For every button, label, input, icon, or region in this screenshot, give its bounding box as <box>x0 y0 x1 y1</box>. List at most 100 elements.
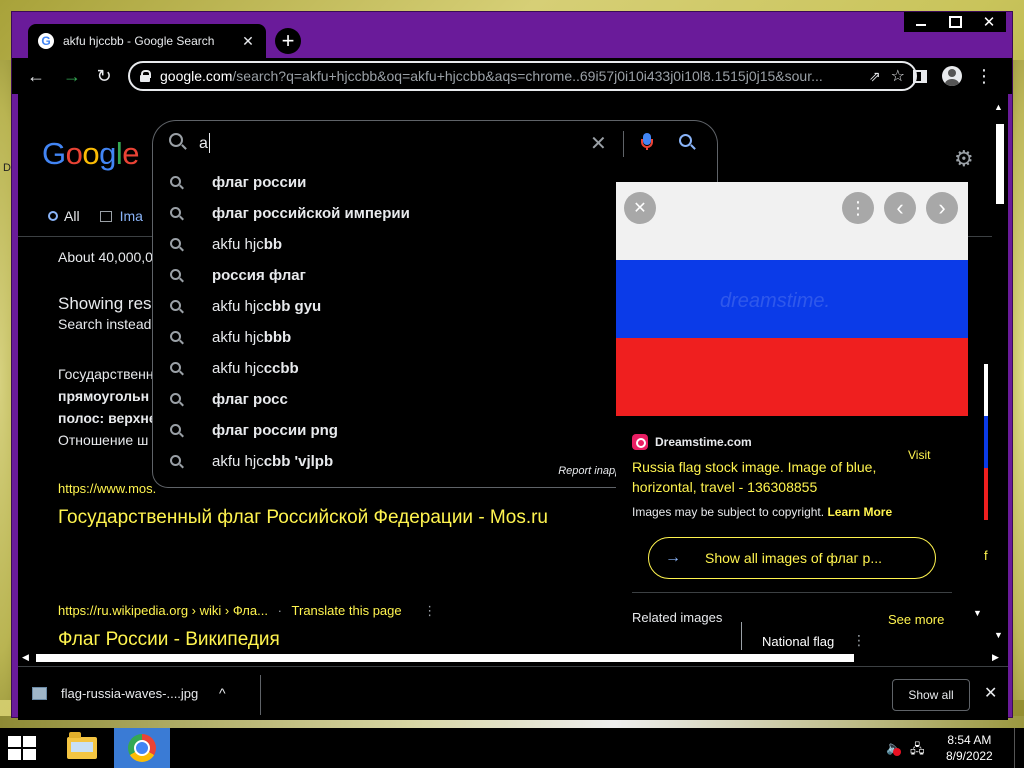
prev-image-button[interactable]: ‹ <box>884 192 916 224</box>
scroll-down-arrow[interactable]: ▼ <box>994 630 1003 640</box>
logo-letter: e <box>122 136 140 171</box>
search-icon <box>170 207 181 218</box>
show-all-downloads-button[interactable]: Show all <box>892 679 970 711</box>
maximize-button[interactable] <box>938 12 972 32</box>
result-title-2[interactable]: Флаг России - Википедия <box>58 629 280 650</box>
search-box[interactable]: a ✕ <box>152 120 718 168</box>
show-all-images-label: Show all images of флаг р... <box>705 550 883 566</box>
vertical-scroll-thumb[interactable] <box>996 124 1004 204</box>
scroll-right-arrow[interactable]: ▶ <box>992 652 999 663</box>
result-more-icon[interactable]: ⋮ <box>423 603 436 618</box>
address-bar[interactable]: google.com /search?q=akfu+hjccbb&oq=akfu… <box>128 61 917 91</box>
desktop-icon-label: D <box>3 162 11 174</box>
watermark-text: dreamstime. <box>720 290 831 312</box>
tab-google-search[interactable]: G akfu hjccbb - Google Search ✕ <box>28 24 266 58</box>
side-panel-icon <box>913 69 927 83</box>
side-panel-button[interactable] <box>908 64 932 88</box>
search-icon <box>170 238 181 249</box>
profile-button[interactable] <box>940 64 964 88</box>
taskbar: 🔈 🖧 8:54 AM 8/9/2022 <box>0 728 1024 768</box>
new-tab-button[interactable]: + <box>275 28 301 54</box>
google-logo[interactable]: Google <box>42 136 140 172</box>
tab-all[interactable]: All <box>64 208 80 224</box>
clock-date: 8/9/2022 <box>946 749 993 763</box>
image-preview-panel: dreamstime. ✕ ⋮ ‹ › Dreamstime.com Visit… <box>616 182 968 650</box>
result-url-1[interactable]: https://www.mos. <box>58 481 156 496</box>
bookmark-star-icon[interactable]: ☆ <box>891 66 905 86</box>
learn-more-link[interactable]: Learn More <box>827 505 892 519</box>
chrome-icon <box>128 734 156 762</box>
result-url-2[interactable]: https://ru.wikipedia.org › wiki › Фла...… <box>58 603 436 619</box>
result-title-1[interactable]: Государственный флаг Российской Федераци… <box>58 507 548 529</box>
url-host: google.com <box>160 68 233 84</box>
forward-button[interactable]: → <box>60 64 84 88</box>
search-icon <box>170 362 181 373</box>
suggestion-text: akfu hjcccbb <box>212 360 299 377</box>
tab-images[interactable]: Ima <box>120 208 143 224</box>
russia-flag-image[interactable]: dreamstime. <box>616 182 968 416</box>
related-more-icon[interactable]: ⋮ <box>852 632 866 649</box>
close-download-bar-icon[interactable]: ✕ <box>984 683 997 703</box>
reload-button[interactable]: ↻ <box>92 64 116 88</box>
search-input[interactable]: a <box>199 135 208 153</box>
browser-menu-button[interactable]: ⋮ <box>972 64 996 88</box>
next-image-button[interactable]: › <box>926 192 958 224</box>
page-viewport: Google All Ima About 40,000,0 Showing re… <box>18 94 1008 650</box>
tab-close-icon[interactable]: ✕ <box>240 33 256 50</box>
text-caret <box>209 133 210 153</box>
suggestion-text: россия флаг <box>212 267 306 284</box>
more-options-button[interactable]: ⋮ <box>842 192 874 224</box>
flag-stripe-red <box>984 468 988 520</box>
download-item[interactable]: flag-russia-waves-....jpg ^ <box>32 685 226 701</box>
show-all-images-button[interactable]: → Show all images of флаг р... <box>648 537 936 579</box>
suggestion-text: флаг россии png <box>212 422 338 439</box>
network-icon[interactable]: 🖧 <box>910 740 925 762</box>
visit-link[interactable]: Visit <box>908 448 930 462</box>
lock-icon[interactable] <box>140 70 151 82</box>
related-chip-national-flag[interactable]: National flag <box>762 634 834 649</box>
horizontal-scroll-thumb[interactable] <box>36 654 854 662</box>
result-stats: About 40,000,0 <box>58 249 153 265</box>
see-more-link[interactable]: See more <box>888 612 944 627</box>
partial-link-text[interactable]: f <box>984 548 988 563</box>
horizontal-scrollbar[interactable]: ◀ ▶ <box>18 650 1008 666</box>
search-icon <box>170 455 181 466</box>
microphone-icon[interactable] <box>641 133 653 150</box>
source-site[interactable]: Dreamstime.com <box>632 434 752 450</box>
scroll-left-arrow[interactable]: ◀ <box>22 652 29 663</box>
scroll-up-arrow[interactable]: ▲ <box>994 102 1003 112</box>
search-icon <box>170 424 181 435</box>
source-site-name[interactable]: Dreamstime.com <box>655 435 752 449</box>
minimize-button[interactable] <box>904 12 938 32</box>
panel-scroll-down-arrow[interactable]: ▼ <box>973 608 982 618</box>
show-desktop-button[interactable] <box>1014 728 1024 768</box>
logo-letter: g <box>99 136 116 171</box>
showing-results-for: Showing resu <box>58 294 162 313</box>
translate-link[interactable]: Translate this page <box>292 603 402 618</box>
download-file-name: flag-russia-waves-....jpg <box>61 685 199 701</box>
file-explorer-button[interactable] <box>58 728 106 768</box>
url-path: /search?q=akfu+hjccbb&oq=akfu+hjccbb&aqs… <box>232 68 823 84</box>
clear-search-icon[interactable]: ✕ <box>590 131 607 156</box>
search-icon <box>170 269 181 280</box>
settings-gear-icon[interactable]: ⚙ <box>954 146 974 172</box>
start-button[interactable] <box>8 736 38 760</box>
suggestion-text: akfu hjccbb gyu <box>212 298 322 315</box>
chrome-taskbar-button[interactable] <box>114 728 170 768</box>
share-icon[interactable]: ⇗ <box>869 68 881 85</box>
close-window-button[interactable]: ✕ <box>972 12 1006 32</box>
search-icon <box>169 133 183 147</box>
result-url-2-text[interactable]: https://ru.wikipedia.org › wiki › Фла... <box>58 603 268 618</box>
suggestion-text: флаг росс <box>212 391 288 408</box>
chevron-up-icon[interactable]: ^ <box>219 685 226 701</box>
search-instead-link[interactable]: Search instead <box>58 316 151 332</box>
download-separator <box>260 675 261 715</box>
image-title-link[interactable]: Russia flag stock image. Image of blue, … <box>632 457 892 497</box>
system-clock[interactable]: 8:54 AM 8/9/2022 <box>946 732 993 764</box>
close-preview-button[interactable]: ✕ <box>624 192 656 224</box>
snippet-line: Государственн <box>58 366 154 382</box>
dreamstime-icon <box>632 434 648 450</box>
back-button[interactable]: ← <box>24 64 48 88</box>
search-submit-icon[interactable] <box>679 134 692 147</box>
suggestion-text: akfu hjcbb <box>212 236 283 253</box>
